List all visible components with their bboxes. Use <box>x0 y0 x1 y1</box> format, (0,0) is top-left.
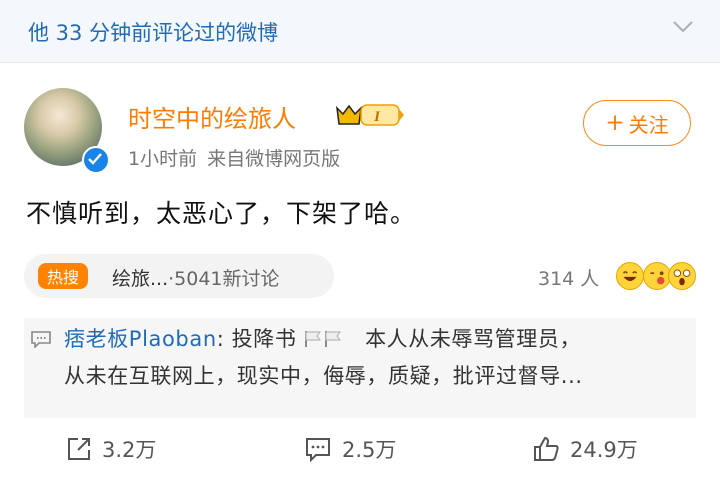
white-flag-icon <box>305 331 321 347</box>
white-flag-icon <box>325 331 341 347</box>
like-button[interactable]: 24.9万 <box>532 434 638 464</box>
shocked-emoji-icon <box>668 262 696 290</box>
crown-rank-badge-icon: I <box>335 104 404 126</box>
verified-badge-icon <box>82 146 110 174</box>
wink-emoji-icon <box>643 262 671 290</box>
level-label: I <box>373 109 381 125</box>
chevron-down-icon[interactable] <box>672 20 694 34</box>
comment-icon <box>306 438 330 462</box>
post-content: 不慎听到，太恶心了，下架了哈。 <box>26 199 417 228</box>
comment-button[interactable]: 2.5万 <box>304 434 396 464</box>
username[interactable]: 时空中的绘旅人 <box>128 99 296 134</box>
hot-label: 热搜 <box>46 268 79 287</box>
divider <box>0 62 720 63</box>
topic-count: ·5041新讨论 <box>168 268 280 290</box>
reaction-people-count: 314 人 <box>538 268 600 290</box>
thumbs-up-icon <box>534 436 559 461</box>
like-count: 24.9万 <box>570 438 638 462</box>
comment-history-header[interactable]: 他 33 分钟前评论过的微博 <box>0 0 720 62</box>
hot-topic-chip[interactable]: 热搜 绘旅...·5041新讨论 <box>24 254 334 298</box>
comment-line-1: 痞老板Plaoban: 投降书 本人从未辱骂管理员， <box>64 323 581 353</box>
hot-search-icon: 热搜 <box>38 263 88 289</box>
comment-text-1: : 投降书 <box>216 327 297 351</box>
action-bar: 3.2万 2.5万 24.9万 <box>0 424 720 474</box>
repost-icon <box>68 438 90 460</box>
follow-label: 关注 <box>628 112 669 137</box>
follow-button[interactable]: + 关注 <box>583 100 691 146</box>
plus-icon: + <box>605 110 625 136</box>
repost-count: 3.2万 <box>102 438 157 462</box>
topic-text: 绘旅...·5041新讨论 <box>112 264 280 291</box>
post-meta: 1小时前 来自微博网页版 <box>128 144 340 171</box>
topic-name: 绘旅... <box>112 268 169 290</box>
post-time: 1小时前 <box>128 148 198 170</box>
comment-user[interactable]: 痞老板Plaoban <box>64 327 217 351</box>
repost-button[interactable]: 3.2万 <box>66 434 156 464</box>
comment-line-2: 从未在互联网上，现实中，侮辱，质疑，批评过督导... <box>64 364 583 388</box>
header-title: 他 33 分钟前评论过的微博 <box>28 21 279 45</box>
comment-count: 2.5万 <box>342 438 397 462</box>
post-source: 来自微博网页版 <box>207 148 341 170</box>
laugh-emoji-icon <box>616 262 644 290</box>
comment-text-1b: 本人从未辱骂管理员， <box>365 327 582 351</box>
comment-bubble-icon <box>31 331 51 348</box>
